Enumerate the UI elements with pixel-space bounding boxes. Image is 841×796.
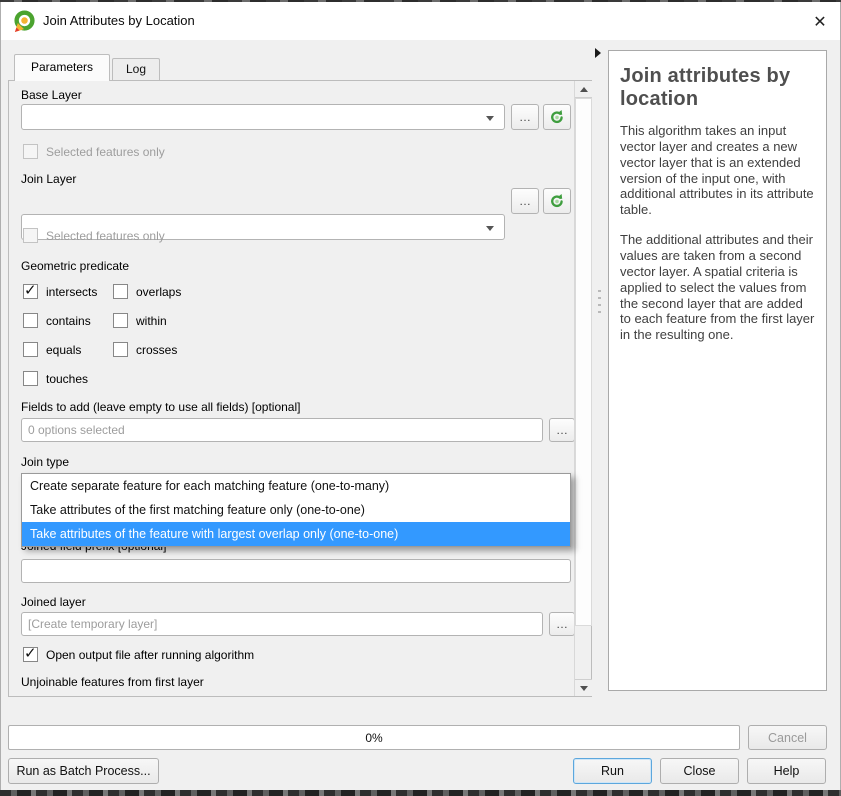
- checkbox-unchecked-icon[interactable]: [23, 342, 38, 357]
- parameters-scrollbar[interactable]: [574, 81, 591, 696]
- scroll-up-icon[interactable]: [575, 81, 592, 98]
- predicate-equals[interactable]: equals: [23, 342, 81, 357]
- title-bar: Join Attributes by Location ✕: [1, 2, 840, 40]
- predicate-label: overlaps: [136, 285, 181, 299]
- predicate-label: contains: [46, 314, 91, 328]
- chevron-down-icon: [486, 226, 494, 231]
- predicate-label: crosses: [136, 343, 177, 357]
- predicate-label: intersects: [46, 285, 97, 299]
- join-attributes-dialog: Join Attributes by Location ✕ Parameters…: [0, 0, 841, 796]
- join-type-option[interactable]: Take attributes of the first matching fe…: [22, 498, 570, 522]
- chevron-down-icon: [486, 116, 494, 121]
- background-edge-bottom: [0, 790, 841, 796]
- selected-features-only-label: Selected features only: [46, 229, 165, 243]
- join-layer-label: Join Layer: [21, 172, 76, 186]
- predicate-label: touches: [46, 372, 88, 386]
- base-layer-refresh-button[interactable]: [543, 104, 571, 130]
- join-type-dropdown-list: Create separate feature for each matchin…: [21, 473, 571, 547]
- checkbox-unchecked-icon[interactable]: [23, 371, 38, 386]
- panel-collapse-arrow-icon[interactable]: [593, 47, 603, 59]
- progress-bar: 0%: [8, 725, 740, 750]
- progress-value: 0%: [365, 731, 382, 745]
- join-type-option-selected[interactable]: Take attributes of the feature with larg…: [22, 522, 570, 546]
- join-layer-refresh-button[interactable]: [543, 188, 571, 214]
- refresh-icon: [549, 193, 565, 209]
- join-type-label: Join type: [21, 455, 69, 469]
- splitter-handle[interactable]: [598, 288, 601, 316]
- join-type-option[interactable]: Create separate feature for each matchin…: [22, 474, 570, 498]
- predicate-crosses[interactable]: crosses: [113, 342, 177, 357]
- open-output-row[interactable]: ✓ Open output file after running algorit…: [23, 647, 254, 662]
- checkbox-checked-icon[interactable]: ✓: [23, 647, 38, 662]
- checkbox-unchecked-icon[interactable]: [23, 228, 38, 243]
- close-button[interactable]: Close: [660, 758, 739, 784]
- joined-layer-input[interactable]: [Create temporary layer]: [21, 612, 543, 636]
- fields-to-add-label: Fields to add (leave empty to use all fi…: [21, 400, 300, 414]
- tab-parameters[interactable]: Parameters: [14, 54, 110, 81]
- help-button[interactable]: Help: [747, 758, 826, 784]
- help-paragraph: The additional attributes and their valu…: [620, 232, 815, 343]
- checkbox-unchecked-icon[interactable]: [113, 284, 128, 299]
- base-layer-combo[interactable]: [21, 104, 505, 130]
- joined-field-prefix-input[interactable]: [21, 559, 571, 583]
- checkbox-unchecked-icon[interactable]: [23, 144, 38, 159]
- run-button[interactable]: Run: [573, 758, 652, 784]
- fields-browse-button[interactable]: …: [549, 418, 575, 442]
- cancel-button[interactable]: Cancel: [748, 725, 827, 750]
- qgis-logo-icon: [13, 10, 36, 33]
- help-panel: Join attributes by location This algorit…: [608, 50, 827, 691]
- open-output-label: Open output file after running algorithm: [46, 648, 254, 662]
- predicate-label: equals: [46, 343, 81, 357]
- predicate-overlaps[interactable]: overlaps: [113, 284, 181, 299]
- help-title: Join attributes by location: [620, 65, 815, 111]
- predicate-label: within: [136, 314, 167, 328]
- predicate-within[interactable]: within: [113, 313, 167, 328]
- checkbox-unchecked-icon[interactable]: [23, 313, 38, 328]
- parameters-panel: Base Layer … Selected features only Join…: [8, 80, 592, 697]
- base-layer-browse-button[interactable]: …: [511, 104, 539, 130]
- predicate-contains[interactable]: contains: [23, 313, 91, 328]
- run-as-batch-button[interactable]: Run as Batch Process...: [8, 758, 159, 784]
- window-title: Join Attributes by Location: [43, 13, 195, 28]
- predicate-intersects[interactable]: ✓ intersects: [23, 284, 97, 299]
- joined-layer-label: Joined layer: [21, 595, 86, 609]
- join-layer-browse-button[interactable]: …: [511, 188, 539, 214]
- predicate-touches[interactable]: touches: [23, 371, 88, 386]
- geometric-predicate-label: Geometric predicate: [21, 259, 129, 273]
- selected-features-only-label: Selected features only: [46, 145, 165, 159]
- refresh-icon: [549, 109, 565, 125]
- fields-to-add-input[interactable]: 0 options selected: [21, 418, 543, 442]
- join-selected-features-row[interactable]: Selected features only: [23, 228, 165, 243]
- help-paragraph: This algorithm takes an input vector lay…: [620, 123, 815, 218]
- scrollbar-thumb[interactable]: [575, 98, 592, 626]
- joined-layer-browse-button[interactable]: …: [549, 612, 575, 636]
- unjoinable-features-label: Unjoinable features from first layer: [21, 675, 204, 689]
- checkbox-checked-icon[interactable]: ✓: [23, 284, 38, 299]
- base-layer-label: Base Layer: [21, 88, 82, 102]
- scroll-down-icon[interactable]: [575, 679, 592, 696]
- tab-log[interactable]: Log: [112, 58, 160, 81]
- checkbox-unchecked-icon[interactable]: [113, 313, 128, 328]
- base-selected-features-row[interactable]: Selected features only: [23, 144, 165, 159]
- close-icon[interactable]: ✕: [805, 8, 835, 36]
- checkbox-unchecked-icon[interactable]: [113, 342, 128, 357]
